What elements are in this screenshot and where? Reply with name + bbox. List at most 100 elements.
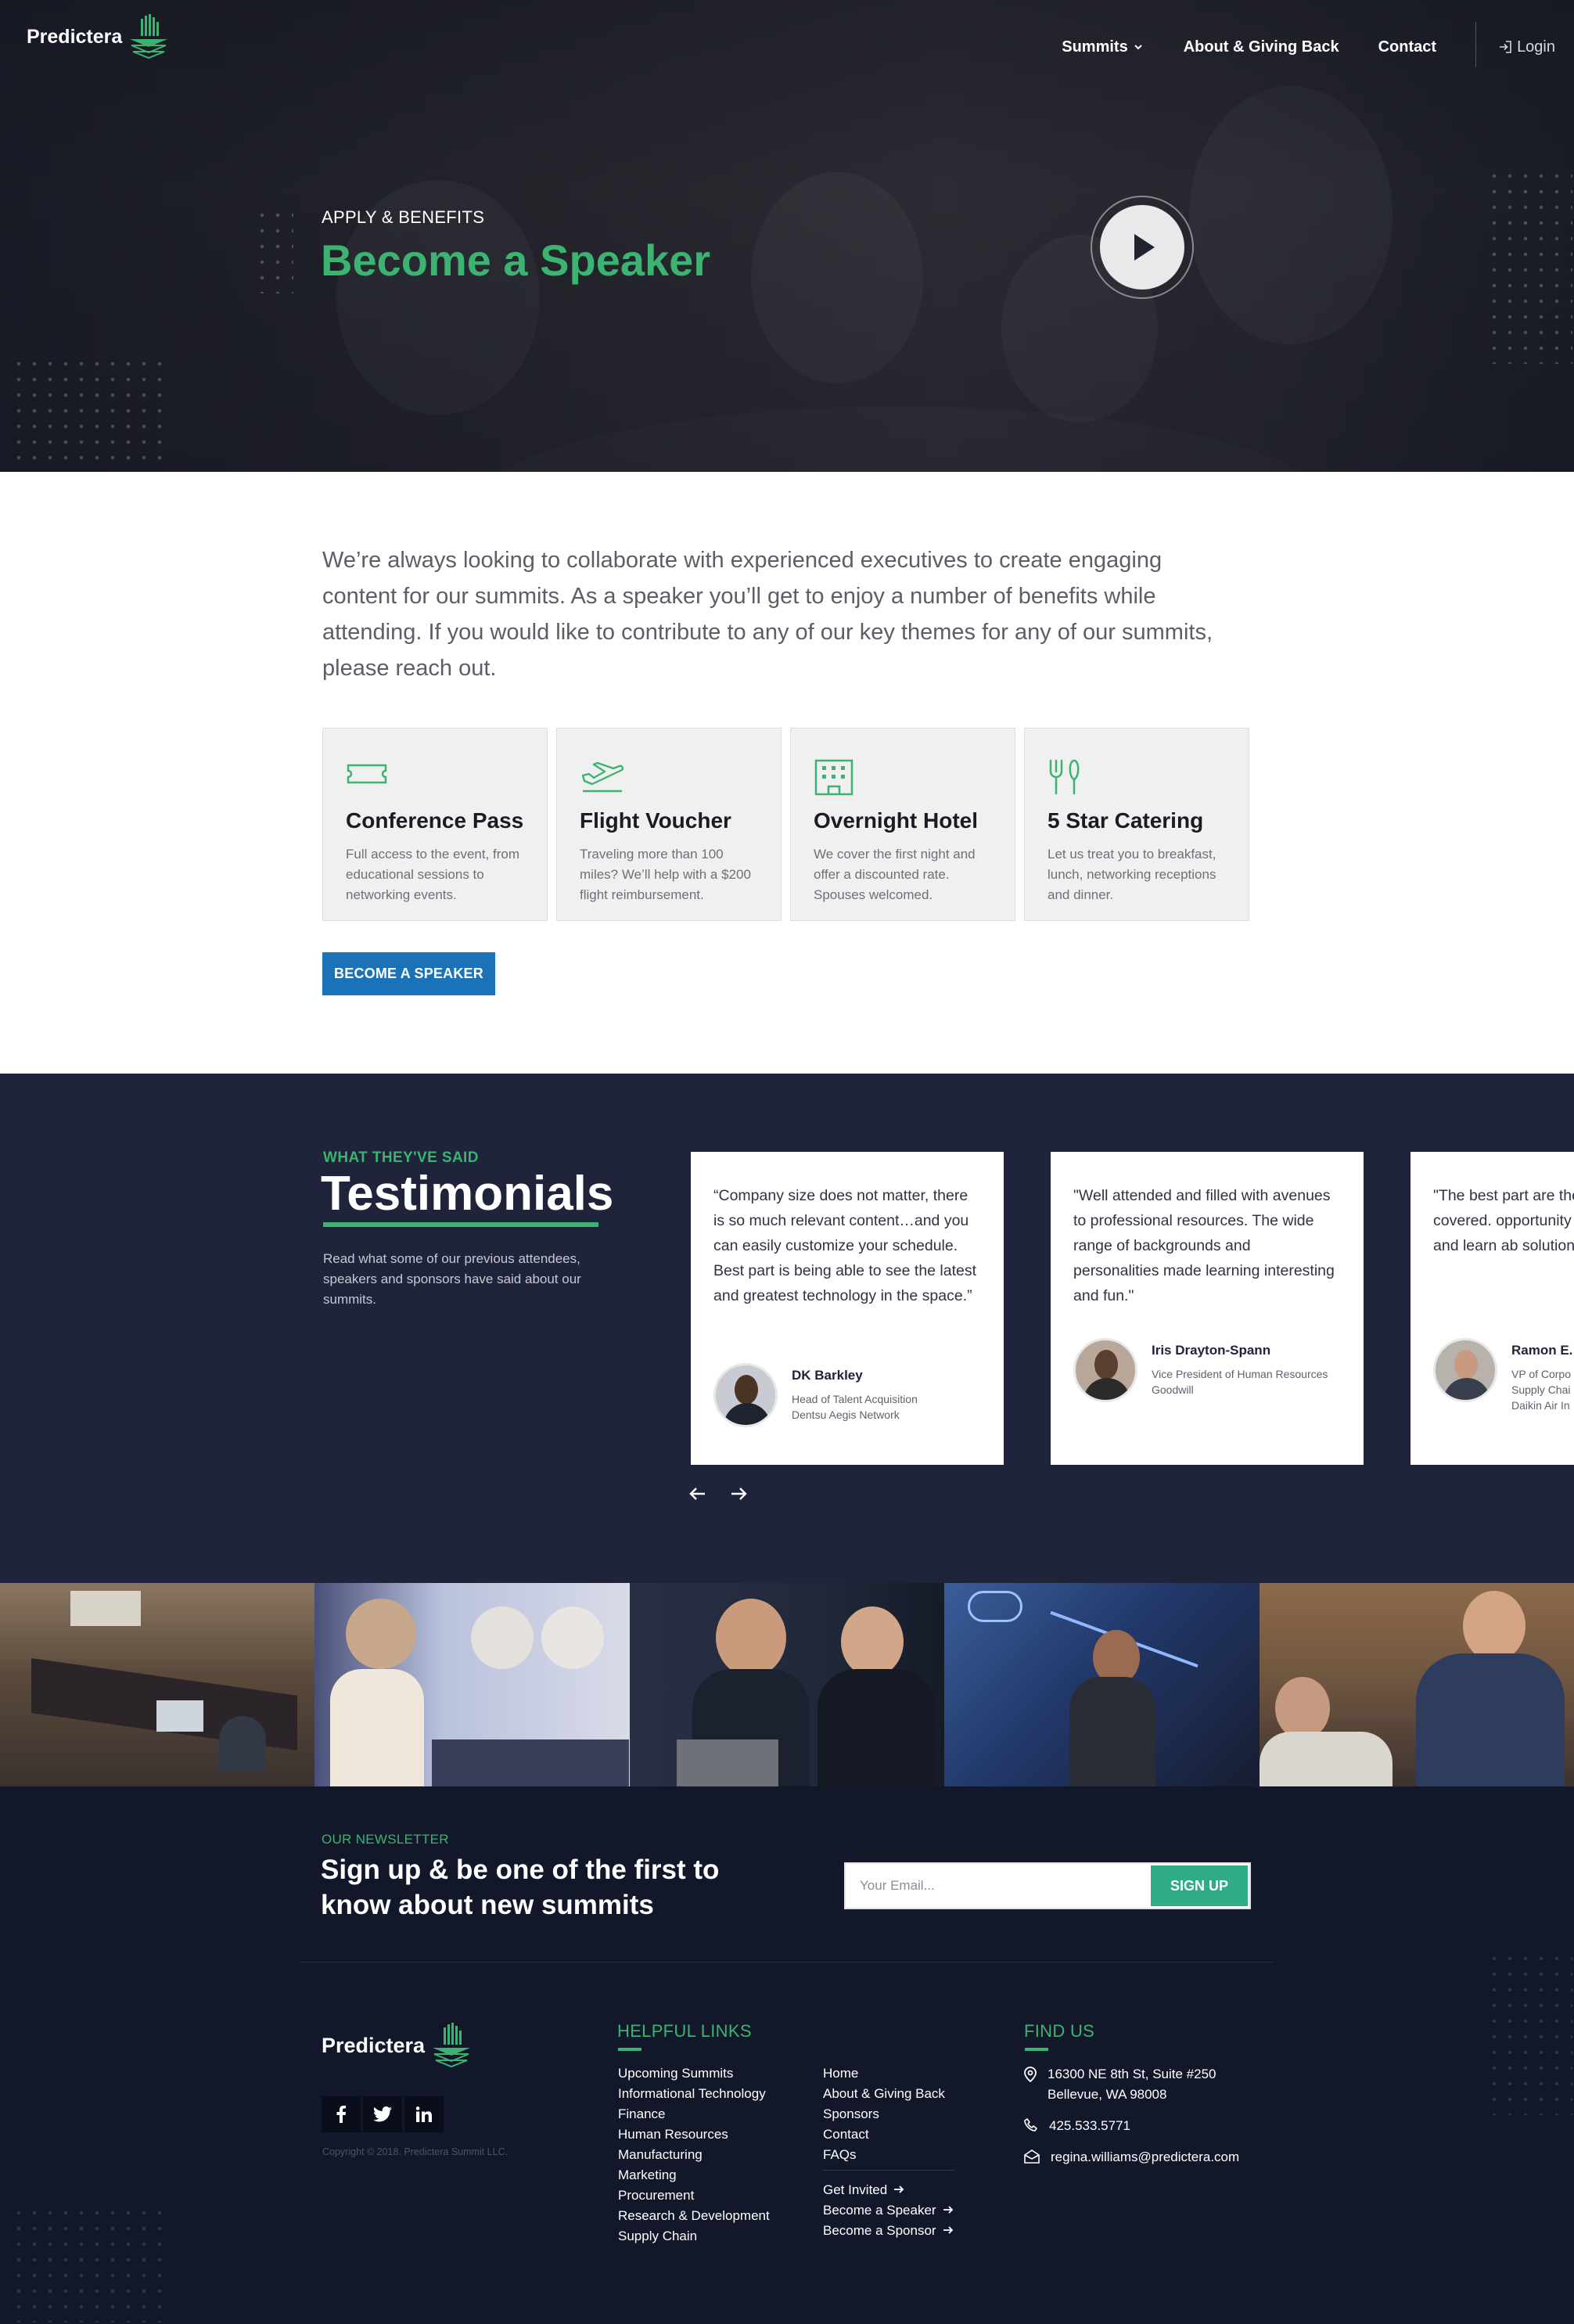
nav-about[interactable]: About & Giving Back xyxy=(1184,38,1339,56)
carousel-controls xyxy=(688,1484,770,1509)
avatar xyxy=(713,1363,778,1427)
main-nav: Summits About & Giving Back Contact Logi… xyxy=(1062,22,1555,67)
newsletter-title: Sign up & be one of the first to know ab… xyxy=(321,1855,720,1920)
benefit-card: Conference Pass Full access to the event… xyxy=(322,728,548,921)
brand-logo[interactable]: Predictera xyxy=(27,13,171,61)
photo-gallery xyxy=(0,1583,1574,1786)
testimonial-company: Daikin Air In xyxy=(1511,1399,1570,1412)
testimonial-company: Goodwill xyxy=(1152,1383,1194,1396)
testimonial-role-line: Supply Chai xyxy=(1511,1383,1571,1396)
testimonial-quote: “Company size does not matter, there is … xyxy=(713,1187,977,1304)
footer-link[interactable]: Research & Development xyxy=(618,2206,770,2226)
become-speaker-button[interactable]: BECOME A SPEAKER xyxy=(322,952,495,995)
arrow-right-icon xyxy=(943,2206,953,2214)
testimonials-section: WHAT THEY'VE SAID Testimonials Read what… xyxy=(0,1074,1574,1583)
address-line1: 16300 NE 8th St, Suite #250 xyxy=(1048,2067,1216,2081)
footer-link[interactable]: Upcoming Summits xyxy=(618,2063,770,2084)
benefit-text: Full access to the event, from education… xyxy=(346,847,520,902)
email-input[interactable] xyxy=(846,1864,1149,1908)
become-speaker-link[interactable]: Become a Speaker xyxy=(823,2200,954,2221)
link-label: Get Invited xyxy=(823,2182,888,2197)
benefit-text: Let us treat you to breakfast, lunch, ne… xyxy=(1048,847,1216,902)
footer-link[interactable]: Home xyxy=(823,2063,954,2084)
benefit-card: 5 Star Catering Let us treat you to brea… xyxy=(1024,728,1249,921)
helpful-links-heading: HELPFUL LINKS xyxy=(617,2021,752,2041)
footer-link[interactable]: Sponsors xyxy=(823,2104,954,2124)
play-video-button[interactable] xyxy=(1091,196,1194,299)
hero-kicker: APPLY & BENEFITS xyxy=(322,207,485,227)
benefit-title: Overnight Hotel xyxy=(814,808,979,833)
testimonial-quote: "The best part are the and topics covere… xyxy=(1433,1187,1574,1254)
benefit-title: 5 Star Catering xyxy=(1048,808,1204,833)
testimonial-name: Iris Drayton-Spann xyxy=(1152,1343,1271,1358)
nav-summits[interactable]: Summits xyxy=(1062,38,1144,56)
testimonial-card: “Company size does not matter, there is … xyxy=(691,1152,1004,1465)
arrow-left-icon[interactable] xyxy=(688,1484,707,1509)
footer-link[interactable]: Informational Technology xyxy=(618,2084,770,2104)
gallery-photo xyxy=(314,1583,630,1786)
decorative-dots xyxy=(11,2205,167,2322)
envelope-icon xyxy=(1024,2150,1040,2164)
footer-link[interactable]: Finance xyxy=(618,2104,770,2124)
find-us-heading: FIND US xyxy=(1024,2021,1095,2041)
nav-summits-label: Summits xyxy=(1062,38,1128,56)
social-links xyxy=(322,2096,446,2132)
testimonial-role: Vice President of Human Resources xyxy=(1152,1368,1328,1380)
facebook-icon[interactable] xyxy=(322,2096,361,2132)
gallery-photo xyxy=(629,1583,945,1786)
linkedin-icon[interactable] xyxy=(404,2096,444,2132)
login-icon xyxy=(1500,41,1511,53)
avatar xyxy=(1073,1338,1137,1402)
twitter-icon[interactable] xyxy=(363,2096,402,2132)
chevron-down-icon xyxy=(1134,45,1142,50)
arrow-right-icon xyxy=(894,2185,904,2193)
footer-link[interactable]: Manufacturing xyxy=(618,2145,770,2165)
footer-link[interactable]: Supply Chain xyxy=(618,2226,770,2247)
benefit-card: Flight Voucher Traveling more than 100 m… xyxy=(556,728,782,921)
arrow-right-icon xyxy=(943,2226,953,2234)
footer-link[interactable]: About & Giving Back xyxy=(823,2084,954,2104)
footer-link[interactable]: FAQs xyxy=(823,2145,954,2165)
testimonial-card: "The best part are the and topics covere… xyxy=(1410,1152,1574,1465)
address-line2: Bellevue, WA 98008 xyxy=(1048,2087,1167,2102)
login-label: Login xyxy=(1517,38,1555,56)
nav-contact[interactable]: Contact xyxy=(1378,38,1436,56)
play-icon xyxy=(1134,234,1155,261)
footer-link[interactable]: Human Resources xyxy=(618,2124,770,2145)
footer: OUR NEWSLETTER Sign up & be one of the f… xyxy=(0,1786,1574,2324)
copyright-text: Copyright © 2018. Predictera Summit LLC. xyxy=(322,2146,508,2157)
phone-link[interactable]: 425.533.5771 xyxy=(1024,2116,1239,2136)
email-link[interactable]: regina.williams@predictera.com xyxy=(1024,2147,1239,2168)
footer-link[interactable]: Procurement xyxy=(618,2185,770,2206)
arrow-right-icon[interactable] xyxy=(729,1484,748,1509)
benefit-text: Traveling more than 100 miles? We’ll hel… xyxy=(580,847,751,902)
link-label: Become a Speaker xyxy=(823,2203,936,2218)
testimonials-description: Read what some of our previous attendees… xyxy=(323,1251,581,1307)
utensils-icon xyxy=(1049,759,1080,795)
sign-up-button[interactable]: SIGN UP xyxy=(1151,1865,1248,1906)
top-navigation: Predictera Summits About & Giving Back C… xyxy=(0,0,1574,75)
map-pin-icon xyxy=(1024,2067,1037,2082)
gallery-photo xyxy=(0,1583,315,1786)
hotel-icon xyxy=(814,759,853,796)
decorative-dots xyxy=(1486,1951,1572,2115)
login-link[interactable]: Login xyxy=(1498,38,1555,56)
avatar xyxy=(1433,1338,1497,1402)
link-label: Become a Sponsor xyxy=(823,2223,936,2238)
newsletter-kicker: OUR NEWSLETTER xyxy=(322,1832,449,1847)
heading-accent xyxy=(618,2048,641,2051)
become-sponsor-link[interactable]: Become a Sponsor xyxy=(823,2221,954,2241)
testimonials-title: Testimonials xyxy=(321,1167,614,1221)
contact-info: 16300 NE 8th St, Suite #250 Bellevue, WA… xyxy=(1024,2064,1239,2178)
footer-link[interactable]: Contact xyxy=(823,2124,954,2145)
footer-brand-logo[interactable]: Predictera xyxy=(322,2021,473,2070)
footer-link[interactable]: Marketing xyxy=(618,2165,770,2185)
get-invited-link[interactable]: Get Invited xyxy=(823,2180,954,2200)
testimonial-role: Head of Talent Acquisition xyxy=(792,1393,918,1405)
nav-divider xyxy=(1475,22,1477,67)
helpful-links-col1: Upcoming Summits Informational Technolog… xyxy=(618,2063,770,2247)
intro-text: We’re always looking to collaborate with… xyxy=(322,548,1213,681)
phone-number: 425.533.5771 xyxy=(1049,2118,1130,2133)
testimonials-kicker: WHAT THEY'VE SAID xyxy=(323,1149,479,1166)
links-divider xyxy=(823,2170,954,2171)
